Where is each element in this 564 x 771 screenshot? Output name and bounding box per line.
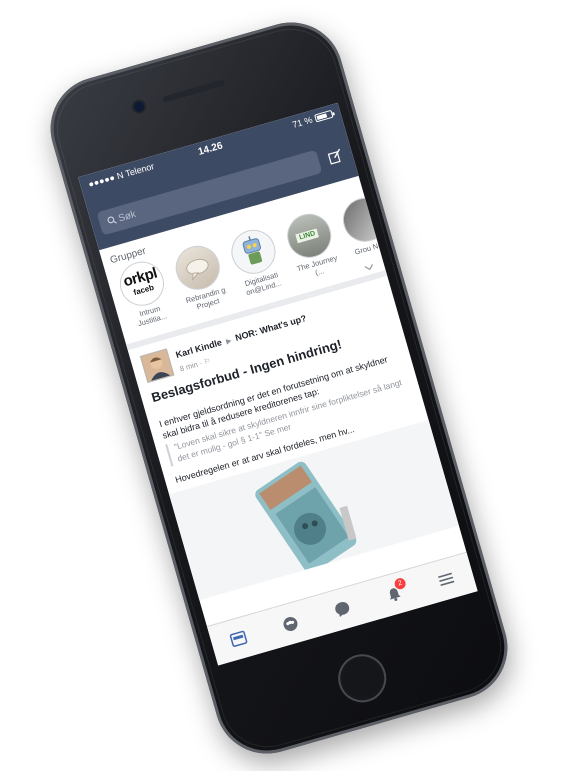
battery-icon — [314, 109, 334, 123]
group-item-journey[interactable]: LIND The Journey (... — [278, 207, 346, 283]
person-portrait-icon — [140, 349, 174, 382]
tab-messenger[interactable] — [325, 592, 360, 627]
front-camera — [132, 100, 146, 113]
chevron-down-icon[interactable] — [364, 263, 375, 272]
workplace-logo-icon: orkpl faceb — [114, 256, 170, 311]
tab-notifications[interactable]: 2 — [377, 576, 412, 612]
compose-icon — [327, 148, 341, 165]
battery-indicator: 71 % — [291, 109, 334, 130]
group-logo-text: LIND — [295, 228, 320, 244]
speech-bubble-icon — [186, 258, 209, 282]
group-item-digitalisation[interactable]: Digitalisati on@Lind... — [222, 223, 290, 299]
group-item-intrum[interactable]: orkpl faceb Intrum Justitia... — [111, 255, 179, 331]
tab-menu[interactable] — [429, 562, 464, 597]
news-feed-icon — [229, 630, 248, 647]
stage: ●●●●● N Telenor 14.26 71 % Søk Grupper o… — [0, 0, 564, 771]
menu-icon — [438, 572, 455, 587]
robot-icon — [242, 236, 263, 265]
compose-button[interactable] — [324, 145, 346, 167]
messenger-icon — [335, 602, 350, 618]
phone-frame: ●●●●● N Telenor 14.26 71 % Søk Grupper o… — [38, 10, 520, 766]
group-name: Digitalisati on@Lind... — [243, 270, 283, 297]
home-button[interactable] — [332, 648, 392, 708]
avatar[interactable] — [139, 347, 175, 383]
earpiece-speaker — [162, 79, 226, 103]
group-name: Rebrandin g Project — [184, 285, 227, 311]
groups-icon — [283, 616, 298, 631]
group-news-photo-icon — [337, 192, 393, 248]
tab-groups[interactable] — [273, 607, 308, 642]
group-item-news[interactable]: Grou News — [334, 191, 402, 267]
battery-fill — [316, 113, 328, 120]
arrow-icon: ▶ — [225, 337, 233, 346]
tab-news-feed[interactable] — [221, 622, 256, 657]
group-name: Intrum Justitia... — [136, 303, 168, 328]
phone-screen: ●●●●● N Telenor 14.26 71 % Søk Grupper o… — [78, 102, 478, 666]
group-item-rebranding[interactable]: Rebrandin g Project — [167, 239, 235, 315]
group-name: The Journey (... — [295, 253, 339, 277]
